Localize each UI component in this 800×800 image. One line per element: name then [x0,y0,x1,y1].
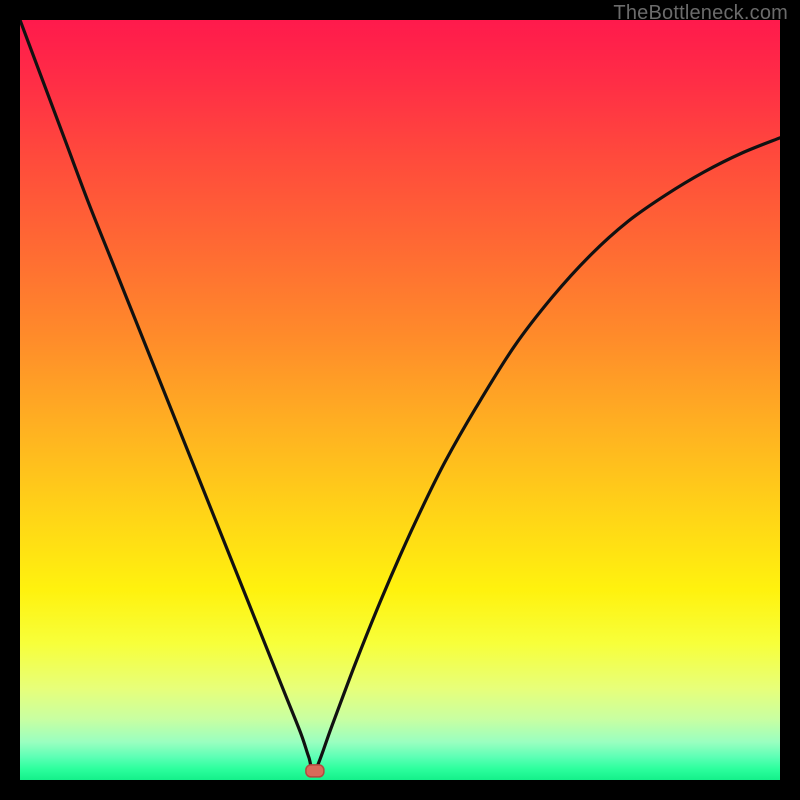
watermark-text: TheBottleneck.com [613,2,788,25]
chart-svg [20,20,780,780]
plot-area [20,20,780,780]
bottleneck-curve [20,20,780,772]
optimal-point-marker [306,765,324,777]
